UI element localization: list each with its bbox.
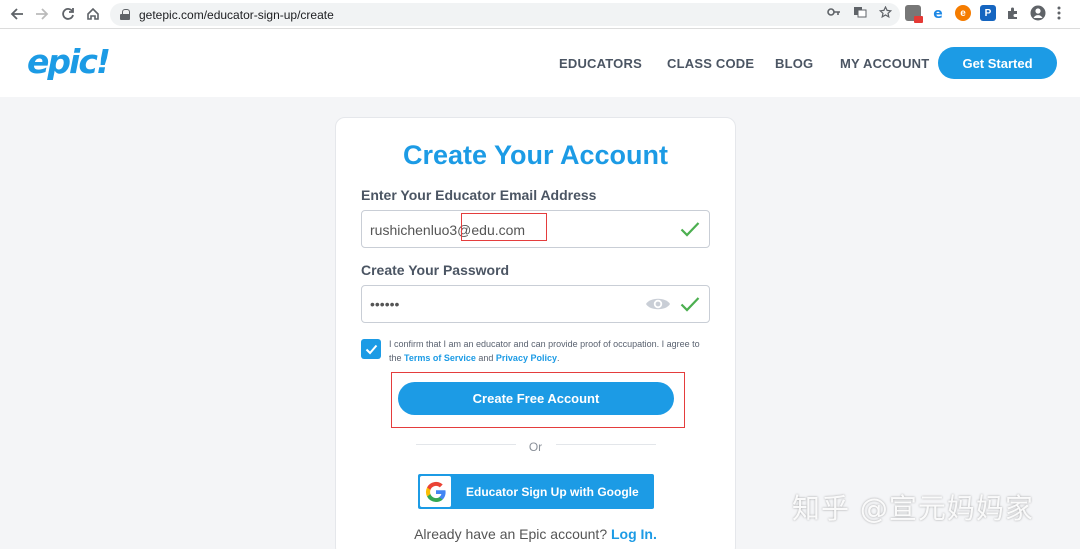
watermark-text: 知乎 @宣元妈妈家 xyxy=(792,492,1034,525)
browser-toolbar: getepic.com/educator-sign-up/create e e … xyxy=(0,0,1080,29)
menu-icon[interactable] xyxy=(1055,5,1063,21)
password-field[interactable]: •••••• xyxy=(361,285,710,323)
nav-educators[interactable]: EDUCATORS xyxy=(559,56,642,71)
url-text: getepic.com/educator-sign-up/create xyxy=(139,7,334,22)
key-icon[interactable] xyxy=(827,6,841,21)
password-value: •••••• xyxy=(370,296,400,312)
extension-red-icon[interactable] xyxy=(905,5,923,23)
consent-text: I confirm that I am an educator and can … xyxy=(389,339,700,363)
nav-my-account[interactable]: MY ACCOUNT xyxy=(840,56,929,71)
email-valid-check-icon xyxy=(680,222,700,237)
google-button-label: Educator Sign Up with Google xyxy=(466,484,639,499)
password-label: Create Your Password xyxy=(361,262,510,278)
extension-orange-icon[interactable]: e xyxy=(955,5,971,21)
privacy-policy-link[interactable]: Privacy Policy xyxy=(496,353,557,363)
address-bar[interactable]: getepic.com/educator-sign-up/create xyxy=(110,3,900,26)
google-sign-up-button[interactable]: Educator Sign Up with Google xyxy=(418,474,654,509)
show-password-eye-icon[interactable] xyxy=(645,295,671,313)
log-in-link[interactable]: Log In. xyxy=(611,526,657,542)
login-prompt: Already have an Epic account? Log In. xyxy=(414,526,657,542)
create-free-account-button[interactable]: Create Free Account xyxy=(398,382,674,415)
nav-class-code[interactable]: CLASS CODE xyxy=(667,56,754,71)
site-header: epic! EDUCATORS CLASS CODE BLOG MY ACCOU… xyxy=(0,29,1080,97)
lock-icon xyxy=(120,9,130,20)
translate-icon[interactable] xyxy=(853,6,867,21)
checkmark-icon xyxy=(365,344,377,354)
password-valid-check-icon xyxy=(680,297,700,312)
nav-blog[interactable]: BLOG xyxy=(775,56,813,71)
epic-logo[interactable]: epic! xyxy=(27,42,111,81)
profile-icon[interactable] xyxy=(1030,5,1046,21)
forward-icon[interactable] xyxy=(30,2,54,26)
home-icon[interactable] xyxy=(81,2,105,26)
puzzle-icon[interactable] xyxy=(1005,5,1021,21)
email-label: Enter Your Educator Email Address xyxy=(361,187,597,203)
terms-of-service-link[interactable]: Terms of Service xyxy=(404,353,476,363)
consent-checkbox[interactable] xyxy=(361,339,381,359)
page-title: Create Your Account xyxy=(402,140,669,170)
email-domain-highlight xyxy=(461,213,547,241)
ie-icon[interactable]: e xyxy=(930,5,946,21)
back-icon[interactable] xyxy=(5,2,29,26)
reload-icon[interactable] xyxy=(56,2,80,26)
signup-card: Create Your Account Enter Your Educator … xyxy=(335,117,736,549)
get-started-button[interactable]: Get Started xyxy=(938,47,1057,79)
svg-text:e: e xyxy=(933,6,943,21)
star-icon[interactable] xyxy=(878,5,893,21)
google-icon xyxy=(420,476,451,507)
or-separator: Or xyxy=(528,440,543,454)
extension-p-icon[interactable]: P xyxy=(980,5,996,21)
